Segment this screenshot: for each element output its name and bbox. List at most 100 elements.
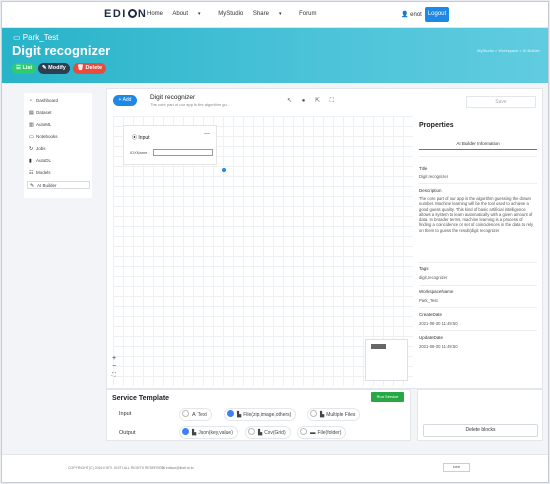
idx-name-label: IDXName : [130, 150, 150, 155]
output-port[interactable] [222, 168, 226, 172]
radio[interactable] [182, 410, 189, 417]
description-label: Description [419, 188, 442, 193]
fullscreen-icon[interactable]: ⛶ [330, 98, 334, 104]
footer-email[interactable]: ✉ edison@kisti.re.kr [162, 466, 194, 470]
notebooks-icon: ▭ [29, 134, 34, 140]
nav-about[interactable]: About ▾ [172, 11, 208, 17]
automl-icon: ▥ [29, 122, 34, 128]
add-button[interactable]: + Add [113, 95, 137, 106]
breadcrumb: MyStudio > Workspace > AI Builder [477, 48, 540, 53]
nav-share[interactable]: Share ▾ [253, 11, 290, 17]
edison-logo[interactable]: EDI N [104, 8, 147, 20]
nav-links: Home About ▾ MyStudio Share ▾ Forum [147, 11, 324, 17]
zoom-in-icon[interactable]: + [112, 355, 116, 363]
workspace-name-value: Park_Test [419, 298, 438, 303]
divider [419, 285, 537, 286]
output-option-json[interactable]: ▙ Json(key,value) [179, 426, 238, 439]
user-name: enot [410, 12, 422, 18]
divider [419, 330, 537, 331]
title-value: Digit recognizer [419, 174, 449, 179]
user-icon: 👤 [401, 12, 409, 18]
menu-item-dataset[interactable]: ▤ Dataset [29, 109, 89, 117]
top-nav: EDI N Home About ▾ MyStudio Share ▾ Forum 👤… [2, 2, 548, 28]
title-label: Title [419, 166, 428, 171]
menu-item-jobs[interactable]: ↻ Jobs [29, 145, 89, 153]
pointer-icon[interactable]: ↖ [287, 98, 292, 104]
node-icon[interactable]: ● [302, 98, 306, 104]
footer: COPYRIGHT(C) 2016 KISTI. KISTI ALL RIGHT… [2, 454, 548, 482]
output-option-csv[interactable]: ▙ Csv(Grid) [245, 426, 291, 439]
input-icon: ⦿ [132, 135, 138, 141]
radio-selected[interactable] [182, 428, 189, 435]
menu-item-notebooks[interactable]: ▭ Notebooks [29, 133, 89, 141]
workspace-name-label: WorkspaceName [419, 289, 454, 294]
chevron-down-icon: ▾ [198, 11, 201, 17]
radio-selected[interactable] [227, 410, 234, 417]
canvas-toolbar: ↖ ● ⇱ ⛶ [287, 97, 342, 105]
workspace-description: The core part of our app is the algorith… [150, 102, 231, 107]
mail-icon: ✉ [162, 466, 165, 470]
radio[interactable] [310, 410, 317, 417]
menu-item-models[interactable]: ☷ Models [29, 169, 89, 177]
nav-home[interactable]: Home [147, 11, 163, 17]
node-title: ⦿ Input [132, 135, 150, 141]
radio[interactable] [300, 428, 307, 435]
user-menu[interactable]: 👤 enot [401, 11, 422, 18]
workspace-title: Digit recognizer [150, 94, 196, 101]
menu-item-autodl[interactable]: ▮ AutoDL [29, 157, 89, 165]
divider [419, 307, 537, 308]
zoom-controls: + − ⛶ [112, 355, 116, 379]
nav-forum[interactable]: Forum [299, 11, 316, 17]
menu-item-dashboard[interactable]: ◔ Dashboard [29, 97, 89, 105]
output-option-folder[interactable]: ▬ File(folder) [297, 426, 347, 439]
tab-ai-builder-information[interactable]: AI Builder Information [419, 138, 537, 150]
minimap-viewport [371, 344, 386, 349]
kisti-logo[interactable]: KISTI [443, 463, 470, 472]
input-option-file[interactable]: ▙ File(zip,image,others) [224, 408, 297, 421]
description-value: The core part of our app is the algorith… [419, 196, 534, 233]
delete-button[interactable]: 🗑 Delete [73, 63, 107, 74]
project-name: ▭ Park_Test [13, 33, 59, 42]
input-option-multiple-files[interactable]: ▙ Multiple Files [307, 408, 361, 421]
trash-icon: 🗑 [77, 65, 84, 71]
export-icon[interactable]: ⇱ [315, 98, 320, 104]
menu-item-automl[interactable]: ▥ AutoML [29, 121, 89, 129]
file-icon: ▙ [237, 412, 242, 418]
dashboard-icon: ◔ [29, 98, 33, 104]
page-frame: EDI N Home About ▾ MyStudio Share ▾ Forum 👤… [1, 1, 549, 483]
create-date-label: CreateDate [419, 312, 443, 317]
minimize-icon[interactable]: — [204, 131, 210, 137]
files-icon: ▙ [320, 412, 325, 418]
divider [419, 183, 537, 184]
page-title: Digit recognizer [12, 43, 111, 58]
logout-button[interactable]: Logout [425, 7, 449, 22]
folder-icon: ▬ [310, 430, 316, 436]
models-icon: ☷ [29, 170, 34, 176]
list-icon: ☰ [16, 65, 21, 71]
menu-item-ai-builder[interactable]: ✎ AI Builder [27, 181, 90, 189]
input-option-text[interactable]: A Text [179, 408, 212, 421]
input-node[interactable]: ⦿ Input — IDXName : [123, 125, 217, 165]
minimap[interactable] [365, 339, 408, 381]
divider [419, 262, 537, 263]
autodl-icon: ▮ [29, 158, 32, 164]
idx-name-input[interactable] [153, 149, 213, 156]
zoom-out-icon[interactable]: − [112, 363, 116, 371]
delete-blocks-button[interactable]: Delete blocks [423, 424, 538, 437]
output-label: Output [119, 430, 136, 436]
save-button[interactable]: Save [466, 96, 536, 108]
radio[interactable] [248, 428, 255, 435]
builder-workspace: + Add Digit recognizer The core part of … [106, 88, 543, 389]
properties-panel: Properties AI Builder Information Title … [415, 116, 539, 386]
tags-label: Tags [419, 266, 429, 271]
nav-mystudio[interactable]: MyStudio [218, 11, 243, 17]
modify-button[interactable]: ✎ Modify [38, 63, 70, 74]
input-label: Input [119, 411, 132, 417]
chevron-down-icon: ▾ [278, 11, 282, 17]
run-service-button[interactable]: Run Service [371, 392, 404, 402]
monitor-icon: ▭ [13, 33, 21, 42]
list-button[interactable]: ☰ List [12, 63, 37, 74]
fit-view-icon[interactable]: ⛶ [112, 371, 116, 379]
service-template-title: Service Template [112, 395, 170, 402]
divider [419, 156, 537, 157]
